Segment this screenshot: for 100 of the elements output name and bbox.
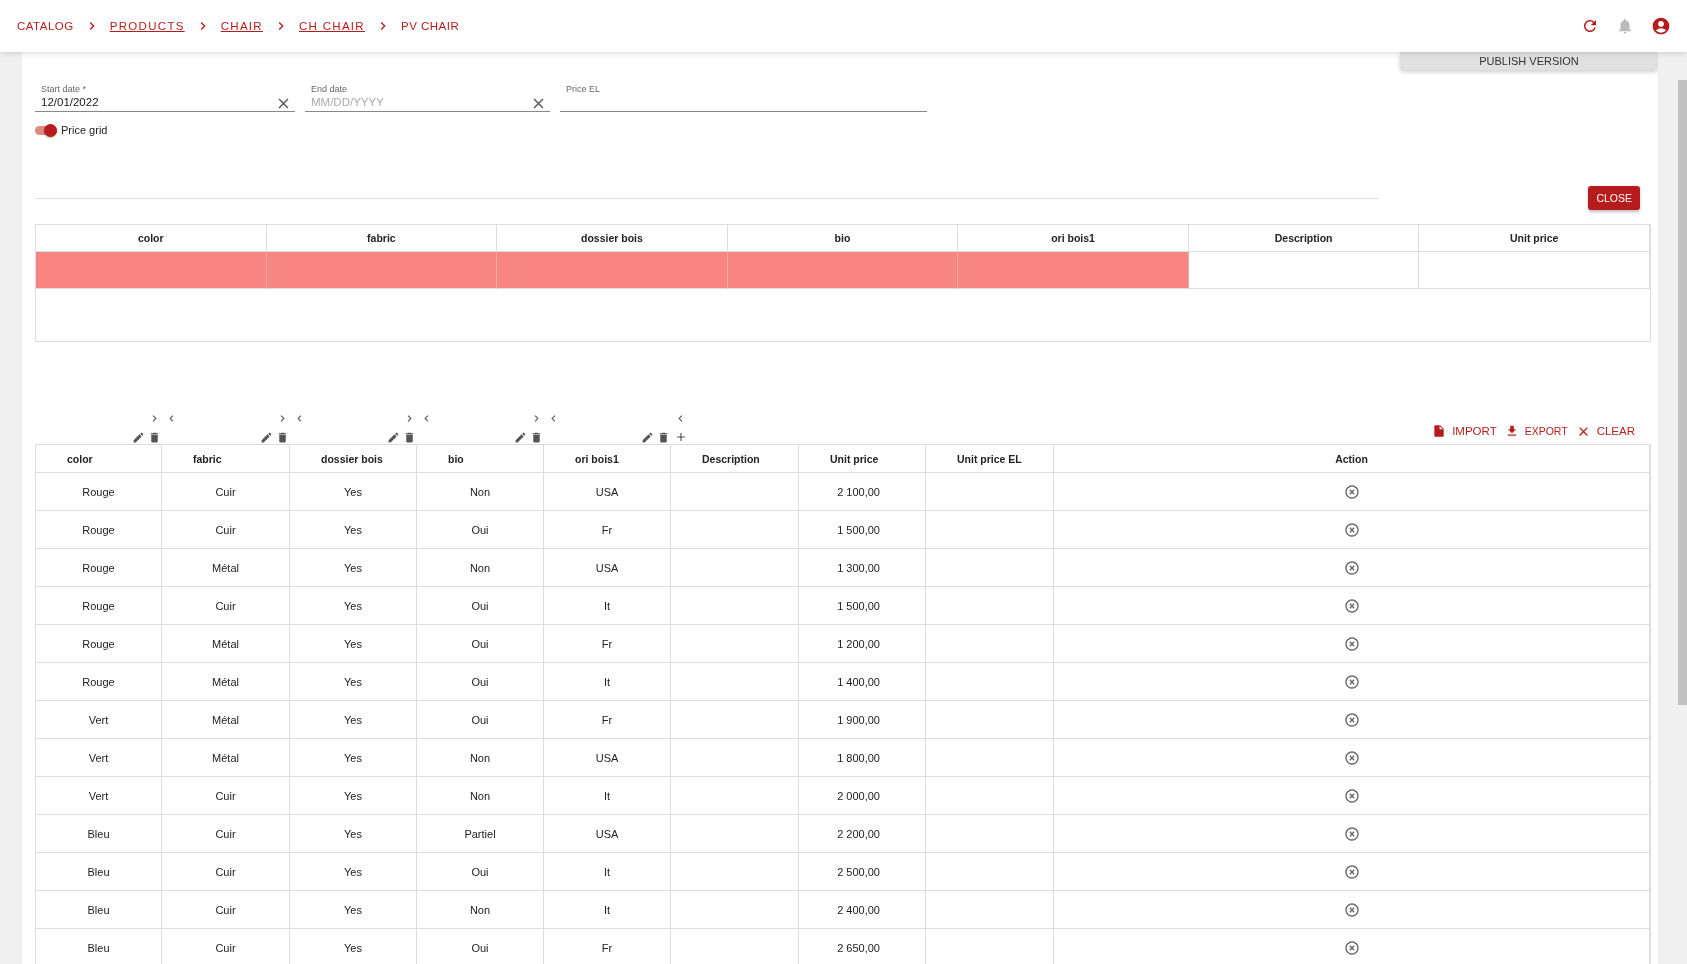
- table-cell: Yes: [290, 625, 417, 663]
- remove-row-button[interactable]: [1343, 787, 1360, 804]
- column-header: Action: [1054, 445, 1650, 473]
- input-field[interactable]: MM/DD/YYYY: [305, 94, 550, 112]
- toggle-switch[interactable]: [35, 125, 57, 135]
- table-cell: Fr: [544, 929, 671, 964]
- table-cell: Rouge: [36, 587, 162, 625]
- table-cell: Yes: [290, 891, 417, 929]
- table-cell: It: [544, 891, 671, 929]
- edit-icon[interactable]: [387, 431, 400, 444]
- delete-icon[interactable]: [657, 431, 670, 444]
- table-cell: Métal: [162, 663, 290, 701]
- table-cell: 2 200,00: [799, 815, 926, 853]
- table-cell: Non: [417, 549, 544, 587]
- table-cell: Bleu: [36, 815, 162, 853]
- clear-button[interactable]: CLEAR: [1575, 423, 1635, 439]
- table-cell: Yes: [290, 701, 417, 739]
- table-cell: Yes: [290, 815, 417, 853]
- remove-row-button[interactable]: [1343, 559, 1360, 576]
- table-cell: Yes: [290, 511, 417, 549]
- table-cell: USA: [544, 815, 671, 853]
- remove-row-button[interactable]: [1343, 749, 1360, 766]
- column-header: Unit price: [799, 445, 926, 473]
- breadcrumb-link[interactable]: CATALOG: [17, 20, 74, 32]
- table-cell: Métal: [162, 701, 290, 739]
- table-cell: Bleu: [36, 853, 162, 891]
- import-button[interactable]: IMPORT: [1432, 424, 1497, 438]
- column-header: bio: [417, 445, 544, 473]
- column-header: dossier bois: [290, 445, 417, 473]
- table-cell: 1 900,00: [799, 701, 926, 739]
- delete-icon[interactable]: [276, 431, 289, 444]
- table-cell: Partiel: [417, 815, 544, 853]
- delete-icon[interactable]: [530, 431, 543, 444]
- breadcrumb-link[interactable]: CH CHAIR: [298, 20, 365, 32]
- table-cell: Yes: [290, 739, 417, 777]
- column-header: Description: [671, 445, 799, 473]
- table-cell: 2 400,00: [799, 891, 926, 929]
- remove-row-button[interactable]: [1343, 825, 1360, 842]
- table-cell: 1 300,00: [799, 549, 926, 587]
- close-button[interactable]: CLOSE: [1588, 186, 1640, 210]
- input-field[interactable]: 12/01/2022: [35, 94, 295, 112]
- breadcrumb-link[interactable]: CHAIR: [220, 20, 263, 32]
- remove-row-button[interactable]: [1343, 901, 1360, 918]
- table-cell: Yes: [290, 587, 417, 625]
- remove-row-button[interactable]: [1343, 863, 1360, 880]
- remove-row-button[interactable]: [1343, 711, 1360, 728]
- toggle-label: Price grid: [61, 124, 108, 136]
- field-label: Start date *: [41, 84, 87, 94]
- remove-row-button[interactable]: [1343, 673, 1360, 690]
- table-cell: Oui: [417, 853, 544, 891]
- edit-icon[interactable]: [132, 431, 145, 444]
- table-cell: 2 100,00: [799, 473, 926, 511]
- account-icon[interactable]: [1651, 16, 1671, 36]
- remove-row-button[interactable]: [1343, 597, 1360, 614]
- table-cell: Non: [417, 739, 544, 777]
- delete-icon[interactable]: [403, 431, 416, 444]
- table-cell: It: [544, 777, 671, 815]
- table-cell: Cuir: [162, 891, 290, 929]
- breadcrumb-link[interactable]: PRODUCTS: [109, 20, 185, 32]
- table-cell: Bleu: [36, 891, 162, 929]
- edit-icon[interactable]: [260, 431, 273, 444]
- table-cell: Métal: [162, 625, 290, 663]
- table-cell: 2 650,00: [799, 929, 926, 964]
- file-icon: [1432, 424, 1447, 438]
- table-cell: Oui: [417, 625, 544, 663]
- table-cell: Fr: [544, 701, 671, 739]
- field-label: End date: [311, 84, 348, 94]
- table-cell: Métal: [162, 549, 290, 587]
- table-cell: Oui: [417, 663, 544, 701]
- publish-version-button[interactable]: PUBLISH VERSION: [1400, 52, 1658, 70]
- export-button[interactable]: EXPORT: [1504, 424, 1568, 438]
- table-cell: USA: [544, 549, 671, 587]
- table-cell: Rouge: [36, 511, 162, 549]
- table-cell: 2 000,00: [799, 777, 926, 815]
- remove-row-button[interactable]: [1343, 483, 1360, 500]
- table-cell: 2 500,00: [799, 853, 926, 891]
- table-cell: USA: [544, 473, 671, 511]
- remove-row-button[interactable]: [1343, 939, 1360, 956]
- table-cell: Fr: [544, 511, 671, 549]
- table-cell: Cuir: [162, 587, 290, 625]
- table-cell: It: [544, 853, 671, 891]
- table-cell: Oui: [417, 929, 544, 964]
- remove-row-button[interactable]: [1343, 521, 1360, 538]
- table-cell: Yes: [290, 929, 417, 964]
- table-cell: USA: [544, 739, 671, 777]
- remove-row-button[interactable]: [1343, 635, 1360, 652]
- edit-icon[interactable]: [514, 431, 527, 444]
- breadcrumb-link[interactable]: PV CHAIR: [400, 20, 460, 32]
- refresh-icon[interactable]: [1581, 17, 1599, 35]
- table-cell: Métal: [162, 739, 290, 777]
- field-label: Price EL: [566, 84, 600, 94]
- table-cell: Oui: [417, 511, 544, 549]
- table-cell: Rouge: [36, 663, 162, 701]
- table-cell: Vert: [36, 739, 162, 777]
- table-cell: 1 200,00: [799, 625, 926, 663]
- edit-icon[interactable]: [641, 431, 654, 444]
- table-cell: Yes: [290, 473, 417, 511]
- delete-icon[interactable]: [148, 431, 161, 444]
- table-cell: Non: [417, 777, 544, 815]
- column-header: ori bois1: [544, 445, 671, 473]
